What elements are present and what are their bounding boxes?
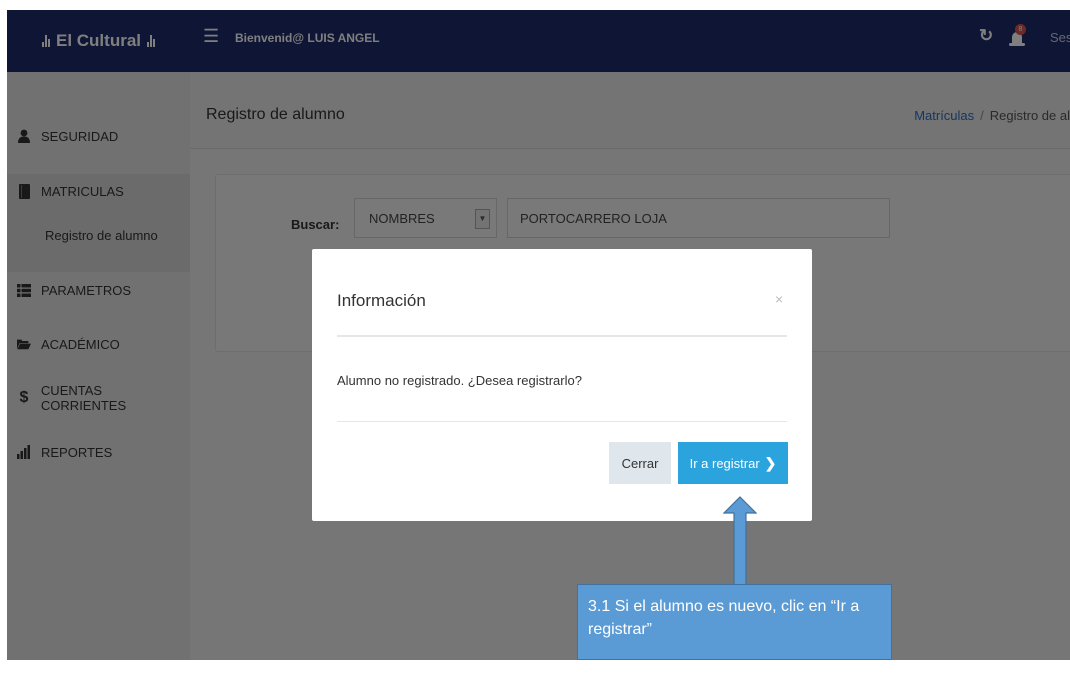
cerrar-button-label: Cerrar (621, 455, 659, 471)
divider (337, 335, 787, 337)
annotation-callout: 3.1 Si el alumno es nuevo, clic en “Ir a… (577, 584, 892, 660)
ir-a-registrar-button[interactable]: Ir a registrar ❯ (678, 442, 788, 484)
divider (337, 421, 787, 422)
modal-title: Información (337, 291, 426, 310)
arrow-up-icon (723, 496, 757, 588)
modal-message: Alumno no registrado. ¿Desea registrarlo… (337, 373, 582, 388)
chevron-right-icon: ❯ (764, 454, 777, 471)
ir-a-registrar-label: Ir a registrar (689, 455, 760, 471)
close-icon[interactable]: × (775, 291, 783, 307)
info-modal: Información × Alumno no registrado. ¿Des… (312, 249, 812, 521)
cerrar-button[interactable]: Cerrar (609, 442, 671, 484)
app-window: El Cultural ☰ Bienvenid@ LUIS ANGEL ↻ 8 … (7, 10, 1070, 660)
